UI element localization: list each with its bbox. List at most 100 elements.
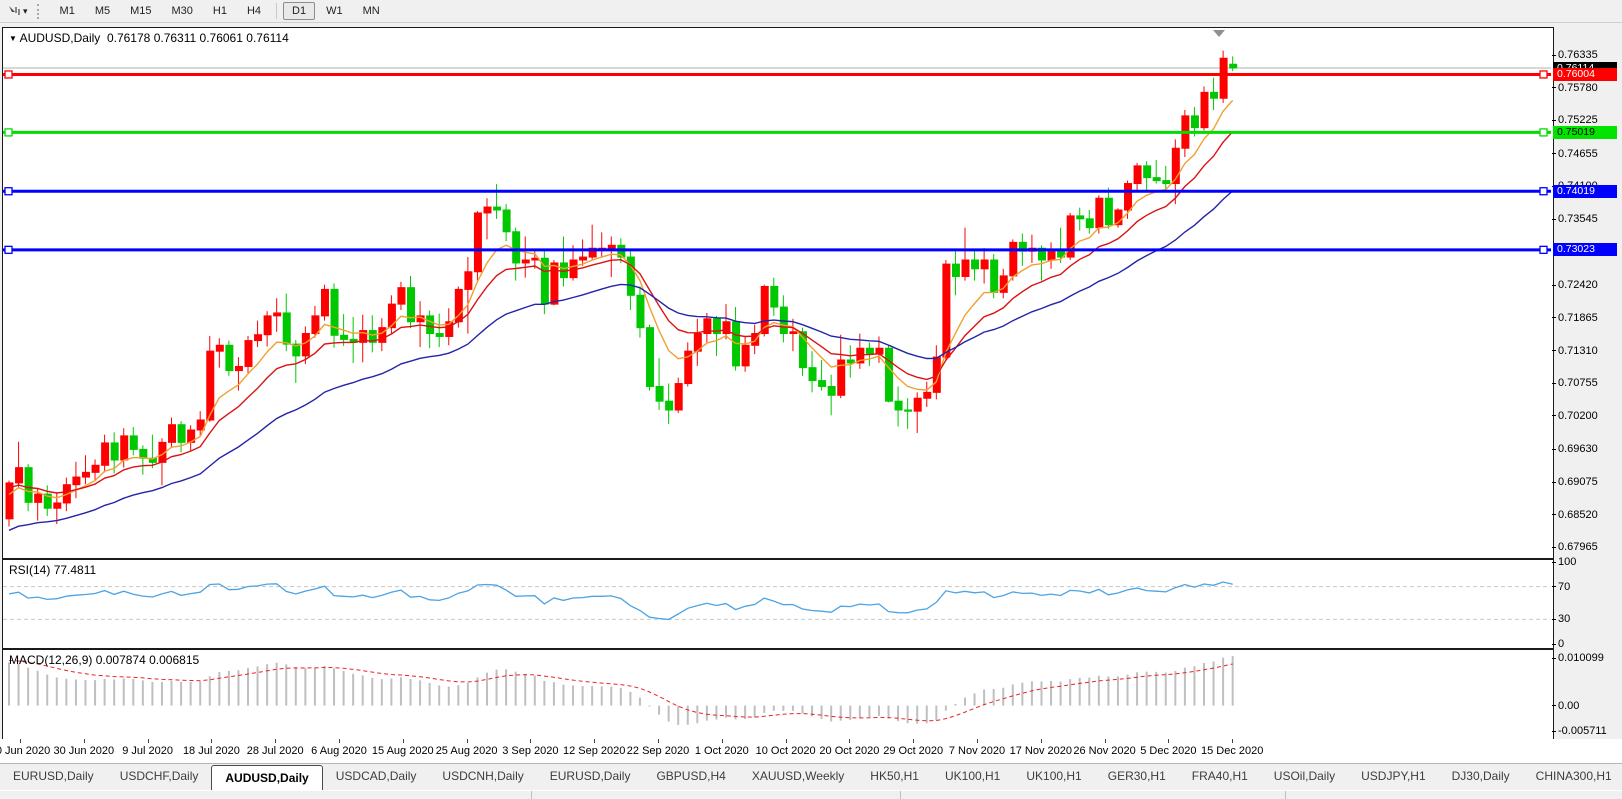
candle-body [54, 503, 61, 508]
macd-histogram-bar [209, 676, 211, 705]
price-axis-label: 0.71310 [1558, 345, 1598, 357]
timeframe-button-w1[interactable]: W1 [317, 2, 352, 20]
candle-body [102, 443, 109, 465]
candle-body [991, 260, 998, 292]
main-chart-panel[interactable]: ▼ AUDUSD,Daily 0.76178 0.76311 0.76061 0… [2, 27, 1554, 559]
tab-fra40-h1[interactable]: FRA40,H1 [1179, 764, 1261, 791]
price-axis-label: 0.76335 [1558, 49, 1598, 61]
macd-histogram-bar [601, 686, 603, 705]
chart-title: ▼ AUDUSD,Daily 0.76178 0.76311 0.76061 0… [9, 31, 289, 45]
tab-usdjpy-h1[interactable]: USDJPY,H1 [1348, 764, 1438, 791]
candle-body [914, 398, 921, 411]
candle-body [302, 334, 309, 356]
macd-label: MACD(12,26,9) 0.007874 0.006815 [9, 653, 199, 667]
price-axis-label: 0.69075 [1558, 476, 1598, 488]
macd-histogram-bar [974, 693, 976, 705]
rsi-canvas[interactable] [3, 560, 1551, 646]
tab-gbpusd-h4[interactable]: GBPUSD,H4 [643, 764, 738, 791]
macd-histogram-bar [821, 706, 823, 719]
date-axis-tick [913, 739, 914, 743]
candle-body [847, 360, 854, 363]
timeframe-button-mn[interactable]: MN [354, 2, 389, 20]
tab-eurusd-daily[interactable]: EURUSD,Daily [0, 764, 107, 791]
timeframe-button-h4[interactable]: H4 [238, 2, 270, 20]
hline-handle[interactable] [5, 246, 12, 253]
timeframe-button-m30[interactable]: M30 [163, 2, 202, 20]
tab-uk100-h1[interactable]: UK100,H1 [1013, 764, 1094, 791]
macd-histogram-bar [257, 666, 259, 705]
date-axis-tick [211, 739, 212, 743]
macd-histogram-bar [228, 671, 230, 706]
rsi-indicator-panel[interactable]: RSI(14) 77.4811 [2, 559, 1554, 649]
timeframe-button-m15[interactable]: M15 [121, 2, 160, 20]
chart-cursor-icon-button[interactable]: ▾ [4, 3, 31, 19]
price-badge-support-level-blue-1: 0.74019 [1553, 185, 1617, 198]
macd-histogram-bar [199, 681, 201, 705]
tab-usdchf-daily[interactable]: USDCHF,Daily [107, 764, 212, 791]
hline-handle[interactable] [1540, 246, 1547, 253]
tab-audusd-daily[interactable]: AUDUSD,Daily [211, 765, 322, 791]
date-axis-tick [658, 739, 659, 743]
tab-usdcnh-daily[interactable]: USDCNH,Daily [429, 764, 536, 791]
date-axis[interactable]: 20 Jun 202030 Jun 20209 Jul 202018 Jul 2… [0, 739, 1622, 763]
macd-histogram-bar [123, 678, 125, 705]
tab-china300-h1[interactable]: CHINA300,H1 [1523, 764, 1622, 791]
hline-handle[interactable] [1540, 71, 1547, 78]
hline-handle[interactable] [1540, 188, 1547, 195]
candle-body [111, 443, 118, 460]
hline-handle[interactable] [5, 188, 12, 195]
dropdown-caret-icon[interactable]: ▾ [23, 6, 28, 17]
macd-histogram-bar [333, 668, 335, 705]
timeframe-buttons: M1M5M15M30H1H4 D1W1MN [50, 2, 390, 20]
tab-usoil-daily[interactable]: USOil,Daily [1261, 764, 1348, 791]
ohlc-open-value: 0.76178 [107, 31, 150, 45]
date-axis-tick [275, 739, 276, 743]
macd-axis-label: 0.010099 [1558, 652, 1604, 664]
hline-handle[interactable] [1540, 129, 1547, 136]
macd-histogram-bar [649, 706, 651, 707]
timeframe-button-m5[interactable]: M5 [86, 2, 119, 20]
price-axis-label: 0.68520 [1558, 509, 1598, 521]
macd-histogram-bar [18, 664, 20, 706]
macd-histogram-bar [171, 681, 173, 705]
macd-histogram-bar [687, 706, 689, 725]
candle-body [952, 264, 959, 276]
timeframe-button-h1[interactable]: H1 [204, 2, 236, 20]
macd-canvas[interactable] [3, 650, 1551, 738]
tab-ger30-h1[interactable]: GER30,H1 [1095, 764, 1179, 791]
macd-histogram-bar [945, 706, 947, 711]
macd-histogram-bar [438, 685, 440, 705]
macd-histogram-bar [180, 682, 182, 706]
tab-dj30-daily[interactable]: DJ30,Daily [1439, 764, 1523, 791]
macd-histogram-bar [410, 679, 412, 706]
chart-shift-marker-icon[interactable] [1213, 30, 1225, 37]
candle-body [943, 264, 950, 357]
candle-body [809, 368, 816, 381]
toolbar-grip-handle[interactable] [37, 4, 43, 19]
macd-histogram-bar [696, 706, 698, 724]
hline-handle[interactable] [5, 71, 12, 78]
main-chart-canvas[interactable] [3, 28, 1551, 556]
rsi-name: RSI(14) [9, 563, 50, 577]
timeframe-button-m1[interactable]: M1 [51, 2, 84, 20]
chart-symbol-label: AUDUSD,Daily [20, 31, 101, 45]
hline-handle[interactable] [5, 129, 12, 136]
macd-histogram-bar [1021, 683, 1023, 706]
macd-indicator-panel[interactable]: MACD(12,26,9) 0.007874 0.006815 [2, 649, 1554, 741]
tab-uk100-h1[interactable]: UK100,H1 [932, 764, 1013, 791]
macd-histogram-bar [151, 682, 153, 706]
tab-hk50-h1[interactable]: HK50,H1 [857, 764, 932, 791]
tab-xauusd-weekly[interactable]: XAUUSD,Weekly [739, 764, 857, 791]
macd-histogram-bar [84, 680, 86, 706]
candle-body [341, 335, 348, 339]
tab-usdcad-daily[interactable]: USDCAD,Daily [323, 764, 430, 791]
tab-eurusd-daily[interactable]: EURUSD,Daily [537, 764, 644, 791]
candle-body [494, 207, 501, 210]
macd-histogram-bar [629, 692, 631, 706]
collapse-triangle-icon[interactable]: ▼ [9, 34, 17, 43]
price-badge-support-level-green: 0.75019 [1553, 126, 1617, 139]
macd-histogram-bar [304, 668, 306, 706]
macd-histogram-bar [371, 678, 373, 706]
macd-histogram-bar [381, 679, 383, 705]
timeframe-button-d1[interactable]: D1 [283, 2, 315, 20]
